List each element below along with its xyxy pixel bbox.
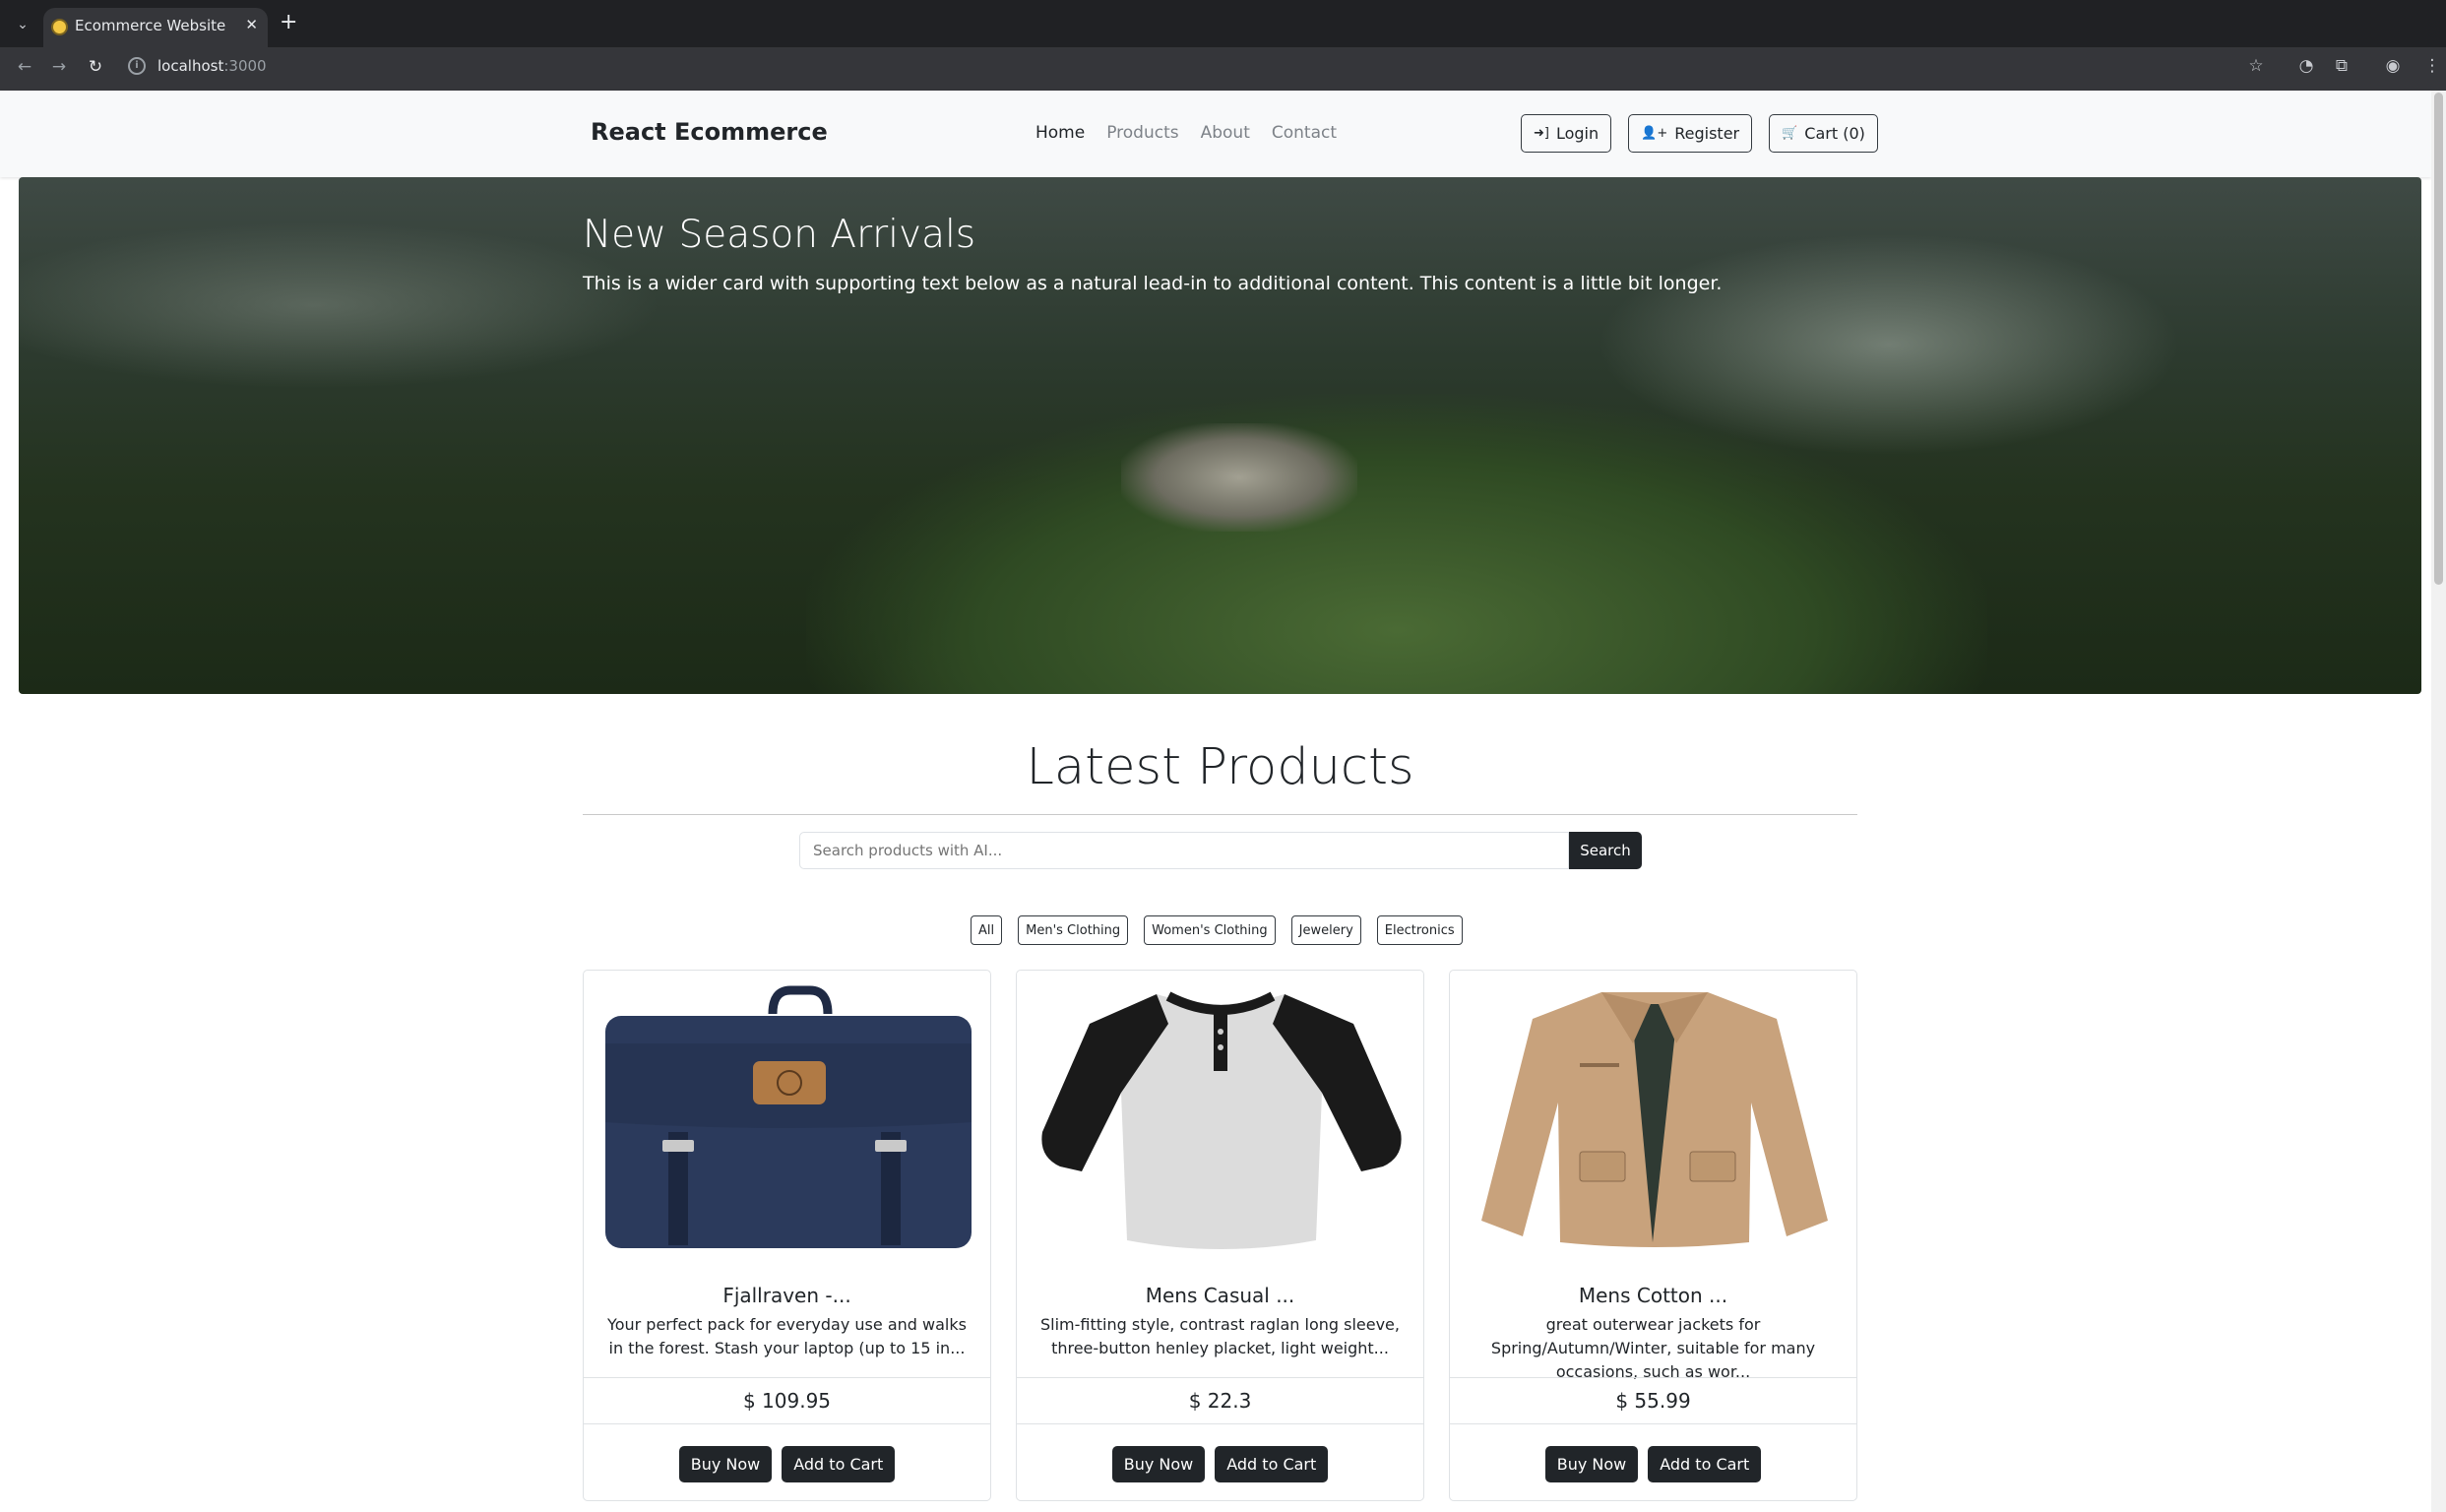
- browser-tab-bar: ⌄ Ecommerce Website ✕ +: [0, 0, 2446, 47]
- site-navbar: React Ecommerce Home Products About Cont…: [0, 91, 2431, 177]
- product-card: Fjallraven -... Your perfect pack for ev…: [583, 970, 991, 1501]
- section-divider: [583, 814, 1857, 815]
- product-title: Fjallraven -...: [722, 1284, 851, 1307]
- product-grid: Fjallraven -... Your perfect pack for ev…: [583, 970, 1857, 1501]
- product-price: $ 22.3: [1017, 1377, 1423, 1424]
- browser-tab[interactable]: Ecommerce Website ✕: [43, 8, 268, 47]
- product-description: great outerwear jackets for Spring/Autum…: [1490, 1315, 1816, 1381]
- product-card: Mens Casual ... Slim-fitting style, cont…: [1016, 970, 1424, 1501]
- filter-womens-clothing[interactable]: Women's Clothing: [1144, 915, 1276, 945]
- login-label: Login: [1555, 124, 1599, 143]
- filter-electronics[interactable]: Electronics: [1376, 915, 1463, 945]
- product-price: $ 55.99: [1450, 1377, 1856, 1424]
- buy-now-button[interactable]: Buy Now: [678, 1446, 773, 1482]
- product-description: Your perfect pack for everyday use and w…: [607, 1315, 967, 1357]
- sign-in-icon: ➜]: [1534, 126, 1549, 141]
- nav-link-about[interactable]: About: [1201, 123, 1250, 143]
- filter-all[interactable]: All: [971, 915, 1003, 945]
- nav-link-contact[interactable]: Contact: [1272, 123, 1337, 143]
- nav-links: Home Products About Contact: [1035, 123, 1337, 143]
- address-port: :3000: [223, 57, 267, 75]
- brand-logo[interactable]: React Ecommerce: [591, 118, 828, 146]
- site-info-icon[interactable]: i: [128, 57, 146, 75]
- product-title: Mens Casual ...: [1145, 1284, 1295, 1307]
- product-actions: Buy Now Add to Cart: [1017, 1446, 1423, 1482]
- search-input[interactable]: [799, 832, 1569, 869]
- new-tab-icon[interactable]: +: [280, 12, 297, 33]
- cart-button[interactable]: 🛒 Cart (0): [1769, 114, 1878, 153]
- product-title: Mens Cotton ...: [1578, 1284, 1728, 1307]
- product-price: $ 109.95: [584, 1377, 990, 1424]
- add-to-cart-button[interactable]: Add to Cart: [1215, 1446, 1329, 1482]
- filter-mens-clothing[interactable]: Men's Clothing: [1018, 915, 1129, 945]
- product-card: Mens Cotton ... great outerwear jackets …: [1449, 970, 1857, 1501]
- search-button[interactable]: Search: [1569, 832, 1642, 869]
- tab-list-chevron-icon[interactable]: ⌄: [12, 14, 33, 35]
- browser-toolbar: [0, 47, 2446, 91]
- add-to-cart-button[interactable]: Add to Cart: [1648, 1446, 1762, 1482]
- filter-jewelery[interactable]: Jewelery: [1290, 915, 1361, 945]
- register-label: Register: [1674, 124, 1740, 143]
- hero-banner: New Season Arrivals This is a wider card…: [19, 177, 2421, 694]
- puzzle-extensions-icon[interactable]: ⧉: [2331, 55, 2352, 77]
- forward-arrow-icon[interactable]: →: [47, 55, 71, 79]
- nav-link-home[interactable]: Home: [1035, 123, 1085, 143]
- address-host: localhost: [157, 57, 224, 75]
- extension-icon[interactable]: ◔: [2295, 55, 2317, 77]
- nav-link-products[interactable]: Products: [1106, 123, 1178, 143]
- page-scrollbar[interactable]: [2431, 91, 2446, 1512]
- add-to-cart-button[interactable]: Add to Cart: [782, 1446, 896, 1482]
- section-title: Latest Products: [1026, 738, 1414, 796]
- buy-now-button[interactable]: Buy Now: [1544, 1446, 1639, 1482]
- hero-text: This is a wider card with supporting tex…: [583, 273, 1723, 294]
- hero-rock-image: [1121, 423, 1357, 532]
- product-actions: Buy Now Add to Cart: [584, 1446, 990, 1482]
- tab-title: Ecommerce Website: [75, 17, 226, 34]
- cart-label: Cart (0): [1804, 124, 1865, 143]
- hero-hill-image: [806, 394, 1987, 694]
- profile-icon[interactable]: ◉: [2382, 55, 2404, 77]
- favicon-icon: [51, 19, 68, 35]
- login-button[interactable]: ➜] Login: [1521, 114, 1612, 153]
- reload-icon[interactable]: ↻: [84, 55, 107, 79]
- cart-icon: 🛒: [1782, 126, 1798, 141]
- user-plus-icon: 👤+: [1641, 126, 1668, 141]
- back-arrow-icon[interactable]: ←: [13, 55, 36, 79]
- nav-buttons: ➜] Login 👤+ Register 🛒 Cart (0): [1521, 114, 1878, 153]
- jacket-image[interactable]: [1464, 984, 1843, 1250]
- category-filters: All Men's Clothing Women's Clothing Jewe…: [971, 915, 1463, 945]
- bookmark-star-icon[interactable]: ☆: [2245, 55, 2267, 77]
- raglan-shirt-image[interactable]: [1031, 984, 1410, 1250]
- close-tab-icon[interactable]: ✕: [245, 16, 258, 33]
- scrollbar-thumb[interactable]: [2434, 93, 2443, 585]
- product-actions: Buy Now Add to Cart: [1450, 1446, 1856, 1482]
- product-description: Slim-fitting style, contrast raglan long…: [1040, 1315, 1400, 1357]
- hero-title: New Season Arrivals: [583, 213, 976, 257]
- address-bar[interactable]: localhost:3000: [157, 57, 267, 75]
- kebab-menu-icon[interactable]: ⋮: [2421, 55, 2443, 77]
- backpack-image[interactable]: [597, 984, 976, 1250]
- register-button[interactable]: 👤+ Register: [1628, 114, 1753, 153]
- buy-now-button[interactable]: Buy Now: [1111, 1446, 1206, 1482]
